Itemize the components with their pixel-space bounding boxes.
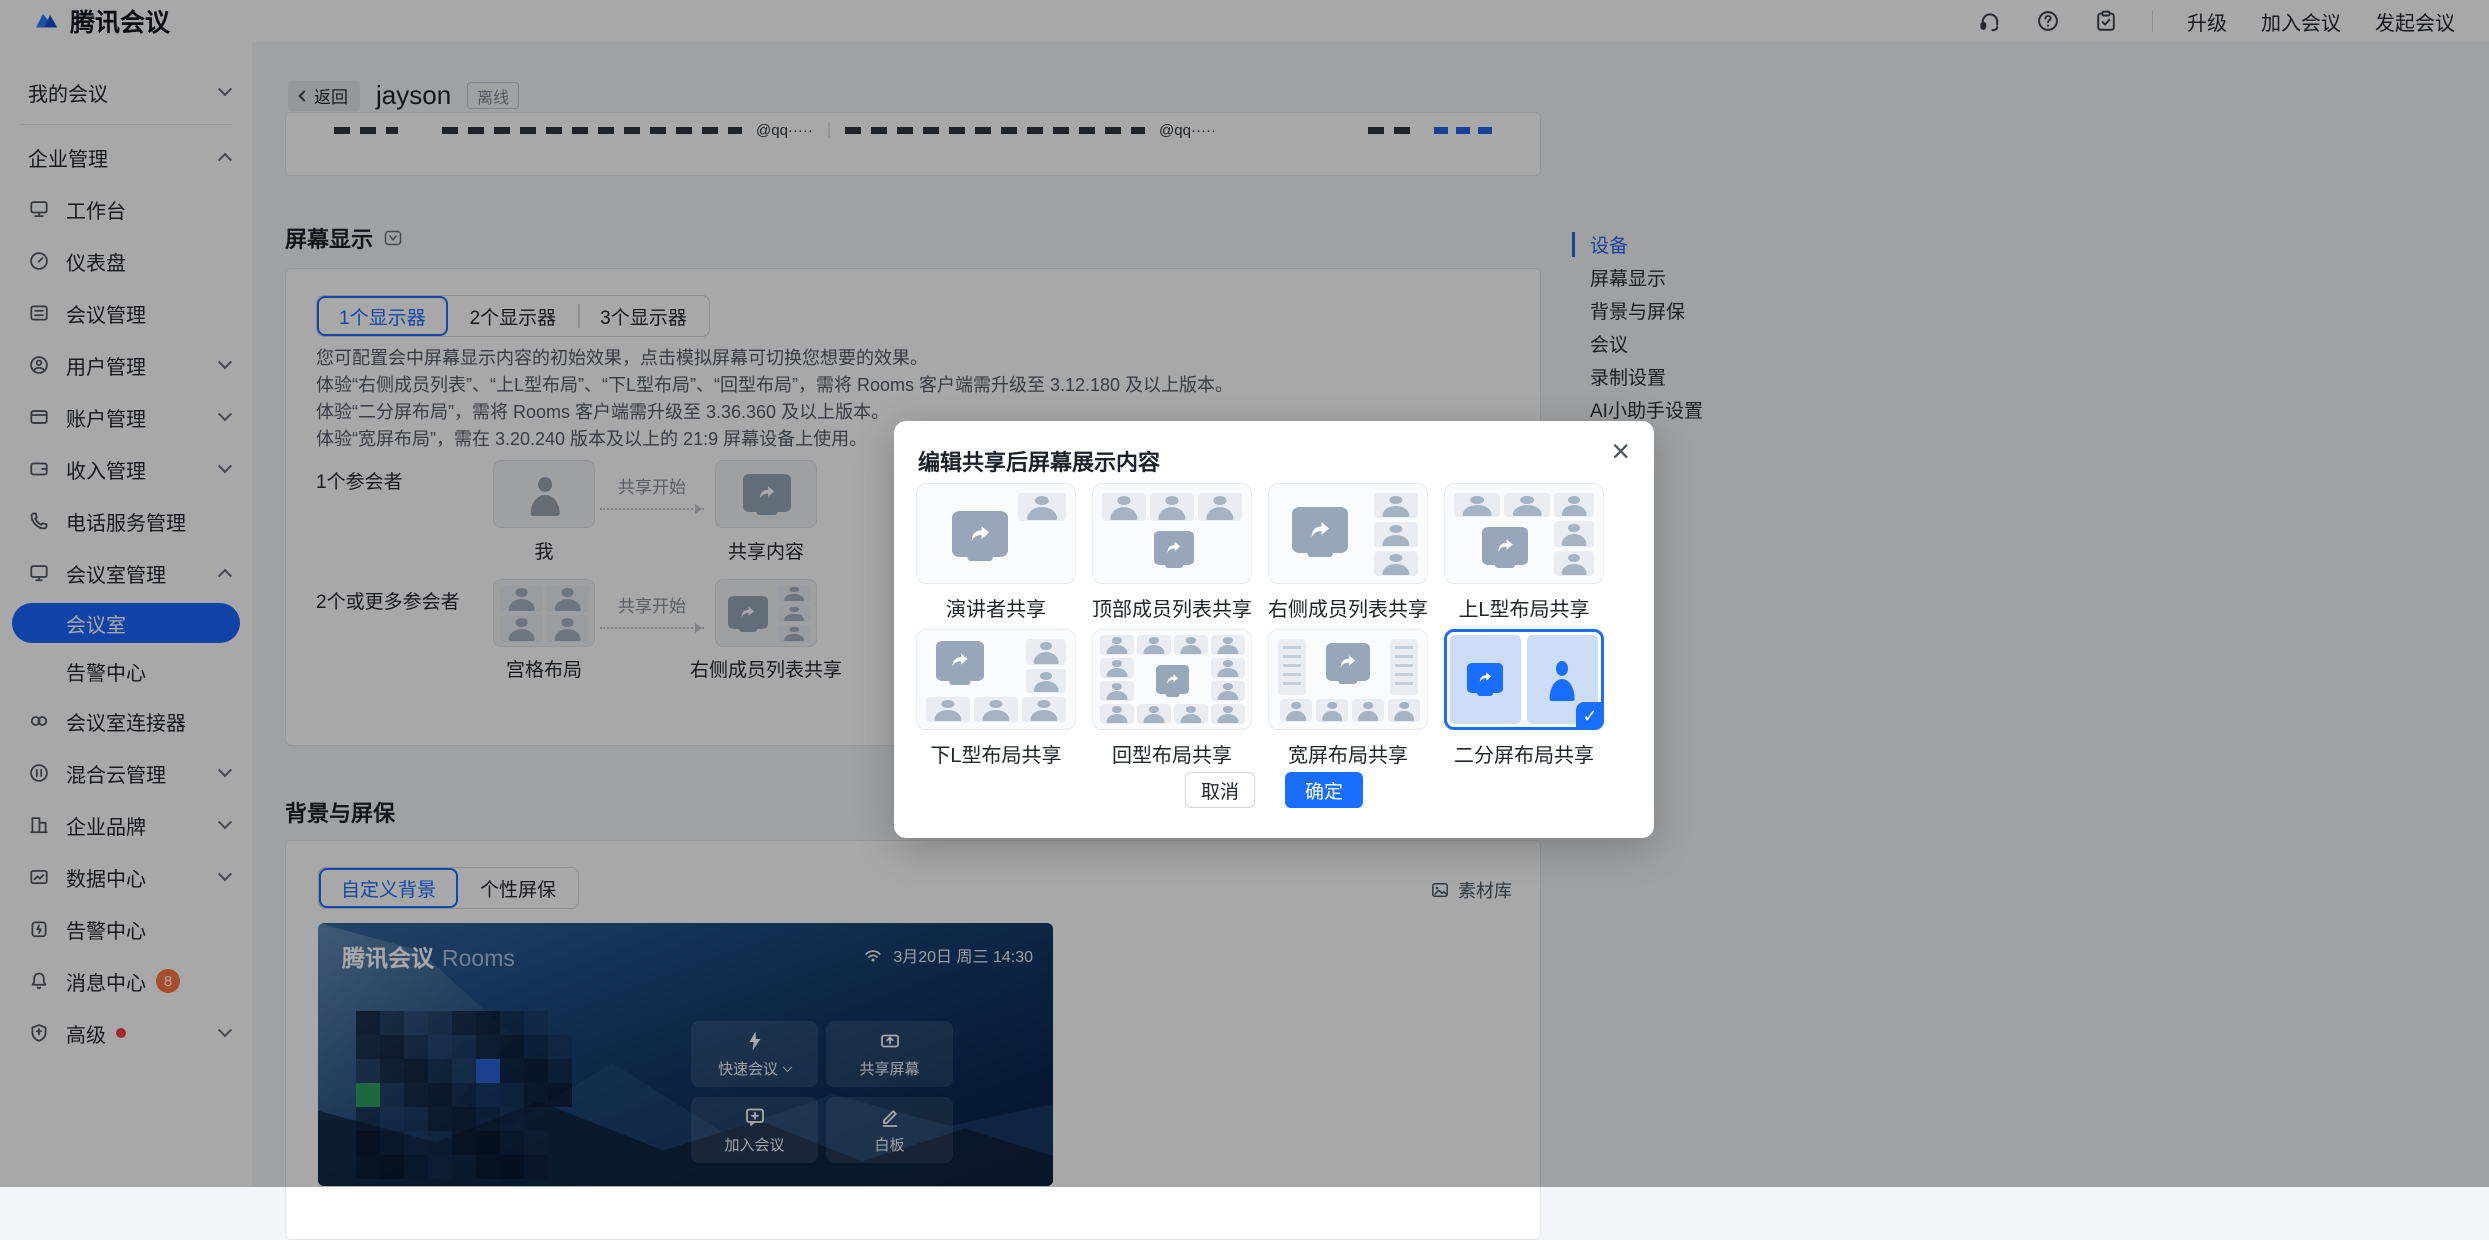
participant-thumb-icon: [1454, 493, 1500, 517]
participant-thumb-icon: [1100, 681, 1134, 701]
modal-footer: 取消 确定: [894, 772, 1654, 808]
share-layout-modal: 编辑共享后屏幕展示内容 × 演讲者共享顶部成员列表共享右侧成员列表共享上L型布局…: [894, 421, 1654, 838]
layout-option-tile[interactable]: [916, 483, 1076, 584]
layout-option-label: 演讲者共享: [916, 593, 1076, 622]
layout-option-speaker-share[interactable]: 演讲者共享: [916, 483, 1076, 622]
layout-option-label: 下L型布局共享: [916, 739, 1076, 768]
participant-thumb-icon: [1100, 704, 1134, 724]
share-screen-icon: [1154, 531, 1194, 565]
participant-thumb-icon: [1554, 551, 1594, 576]
split-left-pane: [1450, 635, 1521, 724]
participant-thumb-icon: [1211, 635, 1245, 655]
layout-option-bottom-l-layout-share[interactable]: 下L型布局共享: [916, 629, 1076, 768]
selected-check-icon: ✓: [1576, 702, 1604, 730]
layout-option-tile[interactable]: [916, 629, 1076, 730]
modal-title: 编辑共享后屏幕展示内容: [918, 445, 1160, 477]
participant-thumb-icon: [1100, 635, 1134, 655]
participant-thumb-icon: [1150, 493, 1194, 521]
layout-option-tile[interactable]: [1268, 483, 1428, 584]
layout-option-label: 上L型布局共享: [1444, 593, 1604, 622]
participant-thumb-icon: [1018, 493, 1066, 521]
participant-thumb-icon: [974, 697, 1018, 722]
participant-thumb-icon: [1542, 655, 1582, 703]
participant-thumb-icon: [1374, 493, 1418, 518]
participant-thumb-icon: [1554, 521, 1594, 547]
share-screen-icon: [1292, 507, 1348, 553]
layout-option-tile[interactable]: ✓: [1444, 629, 1604, 730]
layout-option-tile[interactable]: [1092, 629, 1252, 730]
layout-option-label: 右侧成员列表共享: [1268, 593, 1428, 622]
document-lines-icon: [1278, 639, 1306, 695]
layout-option-top-l-layout-share[interactable]: 上L型布局共享: [1444, 483, 1604, 622]
layout-option-label: 宽屏布局共享: [1268, 739, 1428, 768]
participant-thumb-icon: [1374, 551, 1418, 576]
participant-thumb-icon: [1374, 522, 1418, 547]
cancel-button[interactable]: 取消: [1185, 772, 1255, 808]
participant-thumb-icon: [1211, 681, 1245, 701]
participant-thumb-icon: [1211, 658, 1245, 678]
layout-option-top-member-list-share[interactable]: 顶部成员列表共享: [1092, 483, 1252, 622]
participant-thumb-icon: [1554, 493, 1594, 517]
participant-thumb-icon: [1022, 697, 1066, 722]
ok-button[interactable]: 确定: [1285, 772, 1363, 808]
participant-thumb-icon: [1026, 639, 1066, 665]
participant-thumb-icon: [1137, 635, 1171, 655]
participant-thumb-icon: [1198, 493, 1242, 521]
participant-thumb-icon: [1504, 493, 1550, 517]
layout-option-widescreen-layout-share[interactable]: 宽屏布局共享: [1268, 629, 1428, 768]
participant-thumb-icon: [1211, 704, 1245, 724]
layout-option-split-screen-layout-share[interactable]: ✓ 二分屏布局共享: [1444, 629, 1604, 768]
layout-option-right-member-list-share[interactable]: 右侧成员列表共享: [1268, 483, 1428, 622]
participant-thumb-icon: [1102, 493, 1146, 521]
participant-thumb-icon: [1137, 704, 1171, 724]
share-screen-icon: [1326, 643, 1370, 681]
share-screen-icon: [1482, 527, 1528, 565]
document-lines-icon: [1390, 639, 1418, 695]
layout-option-label: 二分屏布局共享: [1444, 739, 1604, 768]
layout-option-label: 回型布局共享: [1092, 739, 1252, 768]
share-screen-icon: [952, 511, 1008, 557]
layout-options-grid: 演讲者共享顶部成员列表共享右侧成员列表共享上L型布局共享下L型布局共享回型布局共…: [916, 483, 1604, 768]
participant-thumb-icon: [926, 697, 970, 722]
participant-thumb-icon: [1388, 699, 1420, 722]
layout-option-label: 顶部成员列表共享: [1092, 593, 1252, 622]
share-screen-icon: [1156, 665, 1189, 694]
participant-thumb-icon: [1174, 704, 1208, 724]
share-screen-icon: [1467, 663, 1503, 693]
participant-thumb-icon: [1174, 635, 1208, 655]
layout-option-tile[interactable]: [1268, 629, 1428, 730]
participant-thumb-icon: [1280, 699, 1312, 722]
participant-thumb-icon: [1026, 669, 1066, 693]
layout-option-ring-layout-share[interactable]: 回型布局共享: [1092, 629, 1252, 768]
layout-option-tile[interactable]: [1092, 483, 1252, 584]
participant-thumb-icon: [1100, 658, 1134, 678]
participant-thumb-icon: [1352, 699, 1384, 722]
close-icon[interactable]: ×: [1611, 435, 1630, 467]
layout-option-tile[interactable]: [1444, 483, 1604, 584]
participant-thumb-icon: [1316, 699, 1348, 722]
share-screen-icon: [936, 641, 984, 681]
